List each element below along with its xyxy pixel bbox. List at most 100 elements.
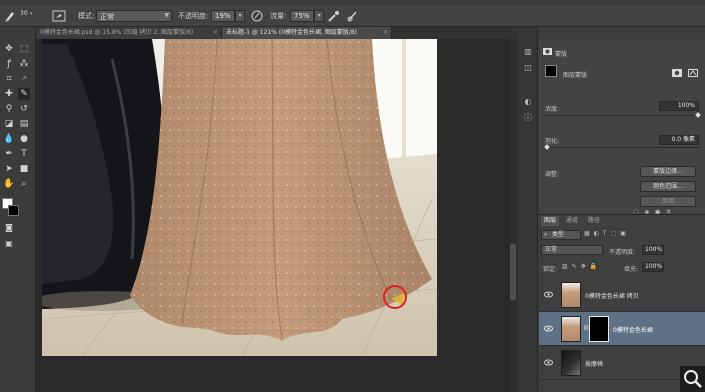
feather-slider-knob[interactable] — [544, 144, 550, 150]
layer-row[interactable]: 0模特金色长裙 拷贝 — [539, 278, 705, 312]
opacity-dropdown[interactable]: ▾ — [235, 10, 245, 22]
flow-label: 流量: — [270, 12, 287, 20]
brush-panel-icon[interactable] — [52, 9, 66, 23]
gradient-tool-icon[interactable]: ▤ — [18, 118, 30, 130]
pressure-size-icon[interactable] — [346, 9, 360, 23]
adjustments-panel-icon[interactable]: ◐ — [522, 96, 534, 108]
layer-name: 按摩椅 — [585, 361, 604, 368]
opacity-field[interactable]: 19% — [211, 10, 235, 22]
lock-icons[interactable]: ▨✎✥🔒 — [562, 263, 618, 271]
layer-thumbnail — [561, 282, 581, 308]
tab-layers[interactable]: 图层 — [541, 216, 560, 226]
quick-mask-icon[interactable]: ◙ — [3, 222, 15, 234]
tab-document-1[interactable]: 0模特金色长裙.psd @ 15.8% (压痕 拷贝 2, 图层蒙版/8) × — [36, 27, 222, 39]
close-icon[interactable]: × — [213, 27, 218, 39]
magic-wand-tool-icon[interactable]: ⁂ — [18, 58, 30, 70]
background-color-swatch[interactable] — [8, 205, 19, 216]
layer-filter-icons[interactable]: ▦◐T⬚▣ — [584, 230, 674, 240]
density-slider-knob[interactable] — [695, 112, 701, 118]
mode-select[interactable]: 正常 ▼ — [96, 10, 172, 22]
density-label: 浓度: — [545, 106, 560, 113]
invert-button[interactable]: 反相 — [640, 196, 696, 207]
layer-name: 0模特金色长裙 — [613, 327, 653, 334]
tab-document-1-label: 0模特金色长裙.psd @ 15.8% (压痕 拷贝 2, 图层蒙版/8) — [40, 29, 194, 36]
eye-icon[interactable] — [544, 325, 553, 332]
tab-document-2-label: 未标题-1 @ 121% (0模特金色长裙, 图层蒙版/8) — [226, 29, 358, 36]
blend-mode-select[interactable]: 正常 — [541, 245, 603, 255]
density-slider[interactable] — [545, 115, 700, 116]
history-panel-icon[interactable]: ▥ — [522, 46, 534, 58]
adjust-label: 调整: — [545, 171, 560, 178]
pen-tool-icon[interactable]: ✒ — [3, 148, 15, 160]
tab-channels[interactable]: 通道 — [563, 216, 581, 226]
lock-label: 锁定: — [543, 266, 558, 273]
layer-thumbnail — [561, 316, 581, 342]
crop-tool-icon[interactable]: ⌗ — [3, 73, 15, 85]
dodge-tool-icon[interactable]: ● — [18, 133, 30, 145]
magnifier-overlay — [680, 366, 705, 392]
density-field[interactable]: 100% — [659, 101, 699, 111]
tab-document-2[interactable]: 未标题-1 @ 121% (0模特金色长裙, 图层蒙版/8) × — [222, 27, 392, 39]
layer-filter-select[interactable]: ⌕ 类型 — [541, 230, 581, 240]
brush-tool-icon[interactable]: ✎ — [18, 88, 30, 100]
zoom-tool-icon[interactable]: ⌕ — [18, 178, 30, 190]
properties-panel-icon[interactable]: ◫ — [522, 62, 534, 74]
document-image[interactable] — [42, 39, 437, 356]
hand-tool-icon[interactable]: ✋ — [3, 178, 15, 190]
layer-opacity-label: 不透明度: — [609, 249, 636, 256]
flow-field[interactable]: 75% — [290, 10, 314, 22]
mode-label: 模式: — [78, 12, 95, 20]
lasso-tool-icon[interactable]: ꝭ — [3, 58, 15, 70]
rectangle-tool-icon[interactable]: ■ — [18, 163, 30, 175]
type-tool-icon[interactable]: T — [18, 148, 30, 160]
screen-mode-icon[interactable]: ▣ — [3, 238, 15, 250]
canvas-scrollbar-thumb[interactable] — [510, 244, 516, 300]
marquee-tool-icon[interactable]: ⬚ — [18, 43, 30, 55]
eraser-tool-icon[interactable]: ◪ — [3, 118, 15, 130]
dress-photo — [42, 39, 437, 356]
layer-mask-thumbnail[interactable] — [589, 316, 609, 342]
layer-row-selected[interactable]: ⛓ 0模特金色长裙 — [539, 312, 705, 346]
mask-edge-button[interactable]: 蒙版边缘... — [640, 166, 696, 177]
brush-size-value: 30 — [20, 10, 28, 17]
chevron-down-icon: ▼ — [164, 12, 169, 19]
feather-field[interactable]: 0.0 像素 — [659, 135, 699, 145]
mask-type-label: 图层蒙版 — [563, 72, 588, 79]
fill-label: 填充: — [624, 266, 639, 273]
color-range-button[interactable]: 颜色范围... — [640, 181, 696, 192]
eye-icon[interactable] — [544, 291, 553, 298]
collapsed-panel-icons — [518, 27, 538, 392]
layer-opacity-field[interactable]: 100% — [642, 245, 664, 255]
move-tool-icon[interactable]: ✥ — [3, 43, 15, 55]
flow-dropdown[interactable]: ▾ — [314, 10, 324, 22]
eyedropper-tool-icon[interactable]: ⸕ — [18, 73, 30, 85]
link-icon[interactable]: ⛓ — [583, 325, 589, 331]
airbrush-icon[interactable] — [327, 9, 341, 23]
eye-icon[interactable] — [544, 359, 553, 366]
brush-preset-picker[interactable]: 30 ▾ — [20, 9, 32, 17]
blend-mode-value: 正常 — [545, 246, 558, 253]
pressure-opacity-icon[interactable] — [250, 9, 264, 23]
path-selection-tool-icon[interactable]: ➤ — [3, 163, 15, 175]
healing-brush-tool-icon[interactable]: ✚ — [3, 88, 15, 100]
options-bar: 30 ▾ 模式: 正常 ▼ 不透明度: 19% ▾ 流量: 75% ▾ — [0, 5, 705, 27]
blur-tool-icon[interactable]: 💧 — [3, 133, 15, 145]
clone-stamp-tool-icon[interactable]: ⚲ — [3, 103, 15, 115]
fill-field[interactable]: 100% — [642, 262, 664, 272]
layer-name: 0模特金色长裙 拷贝 — [585, 293, 639, 300]
vector-mask-icon[interactable] — [688, 69, 698, 77]
brush-tool-icon[interactable] — [3, 9, 17, 23]
tab-paths[interactable]: 路径 — [585, 216, 603, 226]
properties-panel: 蒙版 图层蒙版 浓度: 100% 羽化: 0.0 像素 调整: 蒙版边缘... … — [539, 39, 705, 216]
history-brush-tool-icon[interactable]: ↺ — [18, 103, 30, 115]
canvas-scrollbar[interactable] — [508, 39, 518, 392]
close-icon[interactable]: × — [383, 27, 388, 39]
opacity-label: 不透明度: — [178, 12, 209, 20]
pixel-mask-icon[interactable] — [672, 69, 682, 77]
properties-header: 蒙版 — [555, 51, 568, 58]
mask-icon — [543, 48, 552, 55]
info-panel-icon[interactable]: ⓘ — [522, 112, 534, 124]
feather-slider[interactable] — [545, 147, 700, 148]
layer-filter-value: 类型 — [552, 231, 565, 238]
mask-thumbnail[interactable] — [545, 65, 557, 77]
